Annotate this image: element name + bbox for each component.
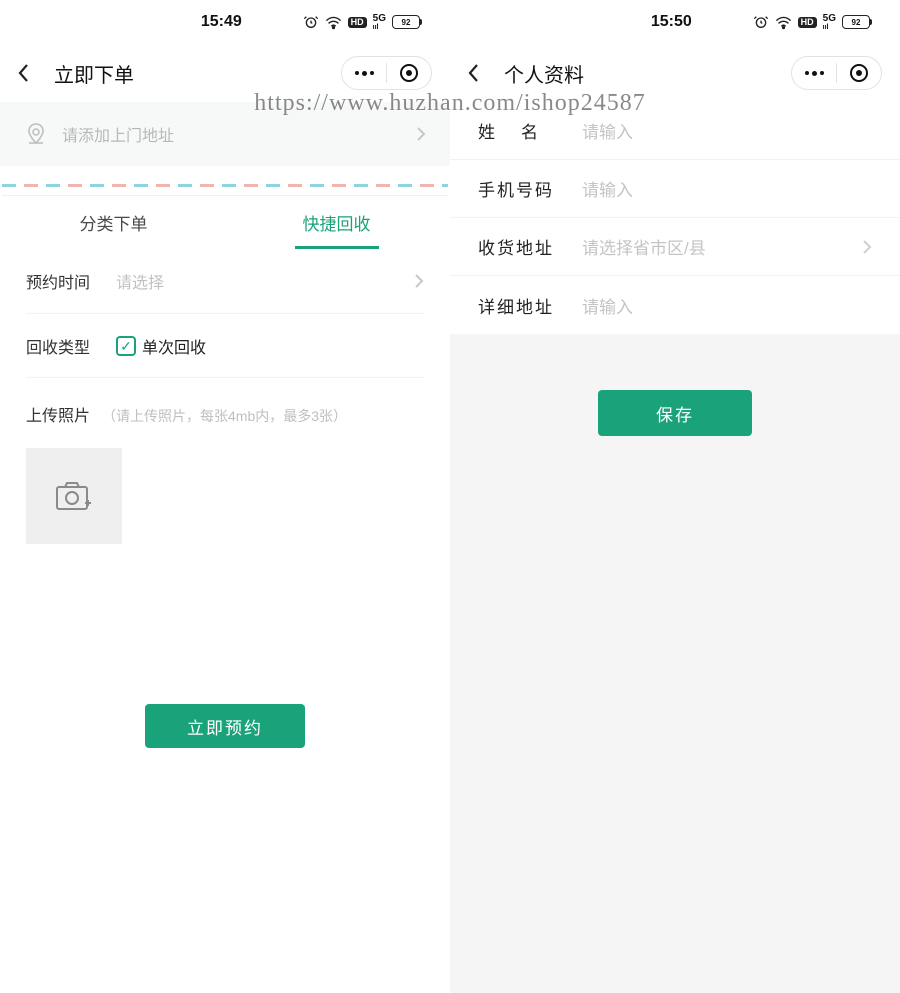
hd-icon: HD	[798, 17, 817, 28]
wifi-icon	[775, 14, 792, 30]
appointment-time-label: 预约时间	[26, 269, 116, 293]
recycle-type-label: 回收类型	[26, 334, 116, 358]
status-time: 15:49	[0, 13, 303, 31]
upload-hint: （请上传照片，每张4mb内，最多3张）	[102, 406, 347, 426]
name-input[interactable]: 请输入	[582, 118, 872, 143]
order-tabs: 分类下单 快捷回收	[2, 195, 448, 249]
upload-photo-section: 上传照片 （请上传照片，每张4mb内，最多3张）	[26, 377, 424, 584]
capsule-menu[interactable]	[342, 57, 386, 89]
back-button[interactable]	[18, 63, 44, 83]
more-icon	[355, 71, 374, 76]
shipping-address-label: 收货地址	[478, 234, 582, 259]
recycle-type-option-label: 单次回收	[142, 334, 206, 358]
address-placeholder: 请添加上门地址	[62, 122, 416, 146]
name-row[interactable]: 姓名 请输入	[450, 102, 900, 160]
signal-icon: 5Gııl	[373, 14, 386, 31]
profile-form: 姓名 请输入 手机号码 请输入 收货地址 请选择省市区/县 详细地址 请输入	[450, 102, 900, 334]
detail-address-label: 详细地址	[478, 293, 582, 318]
alarm-icon	[753, 14, 769, 30]
miniprogram-capsule	[341, 56, 432, 90]
phone-input[interactable]: 请输入	[582, 176, 872, 201]
miniprogram-capsule	[791, 56, 882, 90]
camera-add-icon	[55, 479, 93, 513]
status-bar: 15:50 HD 5Gııl 92	[450, 0, 900, 44]
capsule-close[interactable]	[837, 57, 881, 89]
appointment-time-row[interactable]: 预约时间 请选择	[26, 249, 424, 313]
chevron-left-icon	[468, 63, 480, 83]
name-label: 姓名	[478, 118, 582, 143]
tab-category-order[interactable]: 分类下单	[2, 196, 225, 249]
tab-quick-recycle[interactable]: 快捷回收	[225, 196, 448, 249]
phone-label: 手机号码	[478, 176, 582, 201]
address-selector[interactable]: 请添加上门地址	[0, 102, 450, 166]
location-icon	[24, 122, 48, 146]
signal-icon: 5Gııl	[823, 14, 836, 31]
dashed-divider	[2, 184, 448, 187]
detail-address-row[interactable]: 详细地址 请输入	[450, 276, 900, 334]
shipping-address-row[interactable]: 收货地址 请选择省市区/县	[450, 218, 900, 276]
page-title: 立即下单	[54, 59, 134, 88]
submit-appointment-button[interactable]: 立即预约	[145, 704, 305, 748]
status-bar: 15:49 HD 5Gııl 92	[0, 0, 450, 44]
battery-icon: 92	[392, 15, 420, 29]
hd-icon: HD	[348, 17, 367, 28]
chevron-right-icon	[414, 273, 424, 289]
appointment-time-value: 请选择	[116, 269, 414, 293]
chevron-left-icon	[18, 63, 30, 83]
chevron-right-icon	[862, 239, 872, 255]
status-icons: HD 5Gııl 92	[303, 14, 420, 31]
capsule-menu[interactable]	[792, 57, 836, 89]
shipping-address-value: 请选择省市区/县	[582, 234, 862, 259]
detail-address-input[interactable]: 请输入	[582, 293, 872, 318]
more-icon	[805, 71, 824, 76]
status-time: 15:50	[450, 13, 753, 31]
status-icons: HD 5Gııl 92	[753, 14, 870, 31]
phone-row[interactable]: 手机号码 请输入	[450, 160, 900, 218]
capsule-close[interactable]	[387, 57, 431, 89]
nav-bar: 个人资料	[450, 44, 900, 102]
back-button[interactable]	[468, 63, 494, 83]
chevron-right-icon	[416, 126, 426, 142]
target-icon	[850, 64, 868, 82]
target-icon	[400, 64, 418, 82]
checkbox-checked-icon: ✓	[116, 336, 136, 356]
upload-label: 上传照片	[26, 402, 90, 426]
page-title: 个人资料	[504, 59, 584, 88]
wifi-icon	[325, 14, 342, 30]
save-button[interactable]: 保存	[598, 390, 752, 436]
upload-photo-button[interactable]	[26, 448, 122, 544]
recycle-type-option[interactable]: ✓ 单次回收	[116, 334, 424, 358]
alarm-icon	[303, 14, 319, 30]
recycle-type-row: 回收类型 ✓ 单次回收	[26, 313, 424, 377]
battery-icon: 92	[842, 15, 870, 29]
nav-bar: 立即下单	[0, 44, 450, 102]
